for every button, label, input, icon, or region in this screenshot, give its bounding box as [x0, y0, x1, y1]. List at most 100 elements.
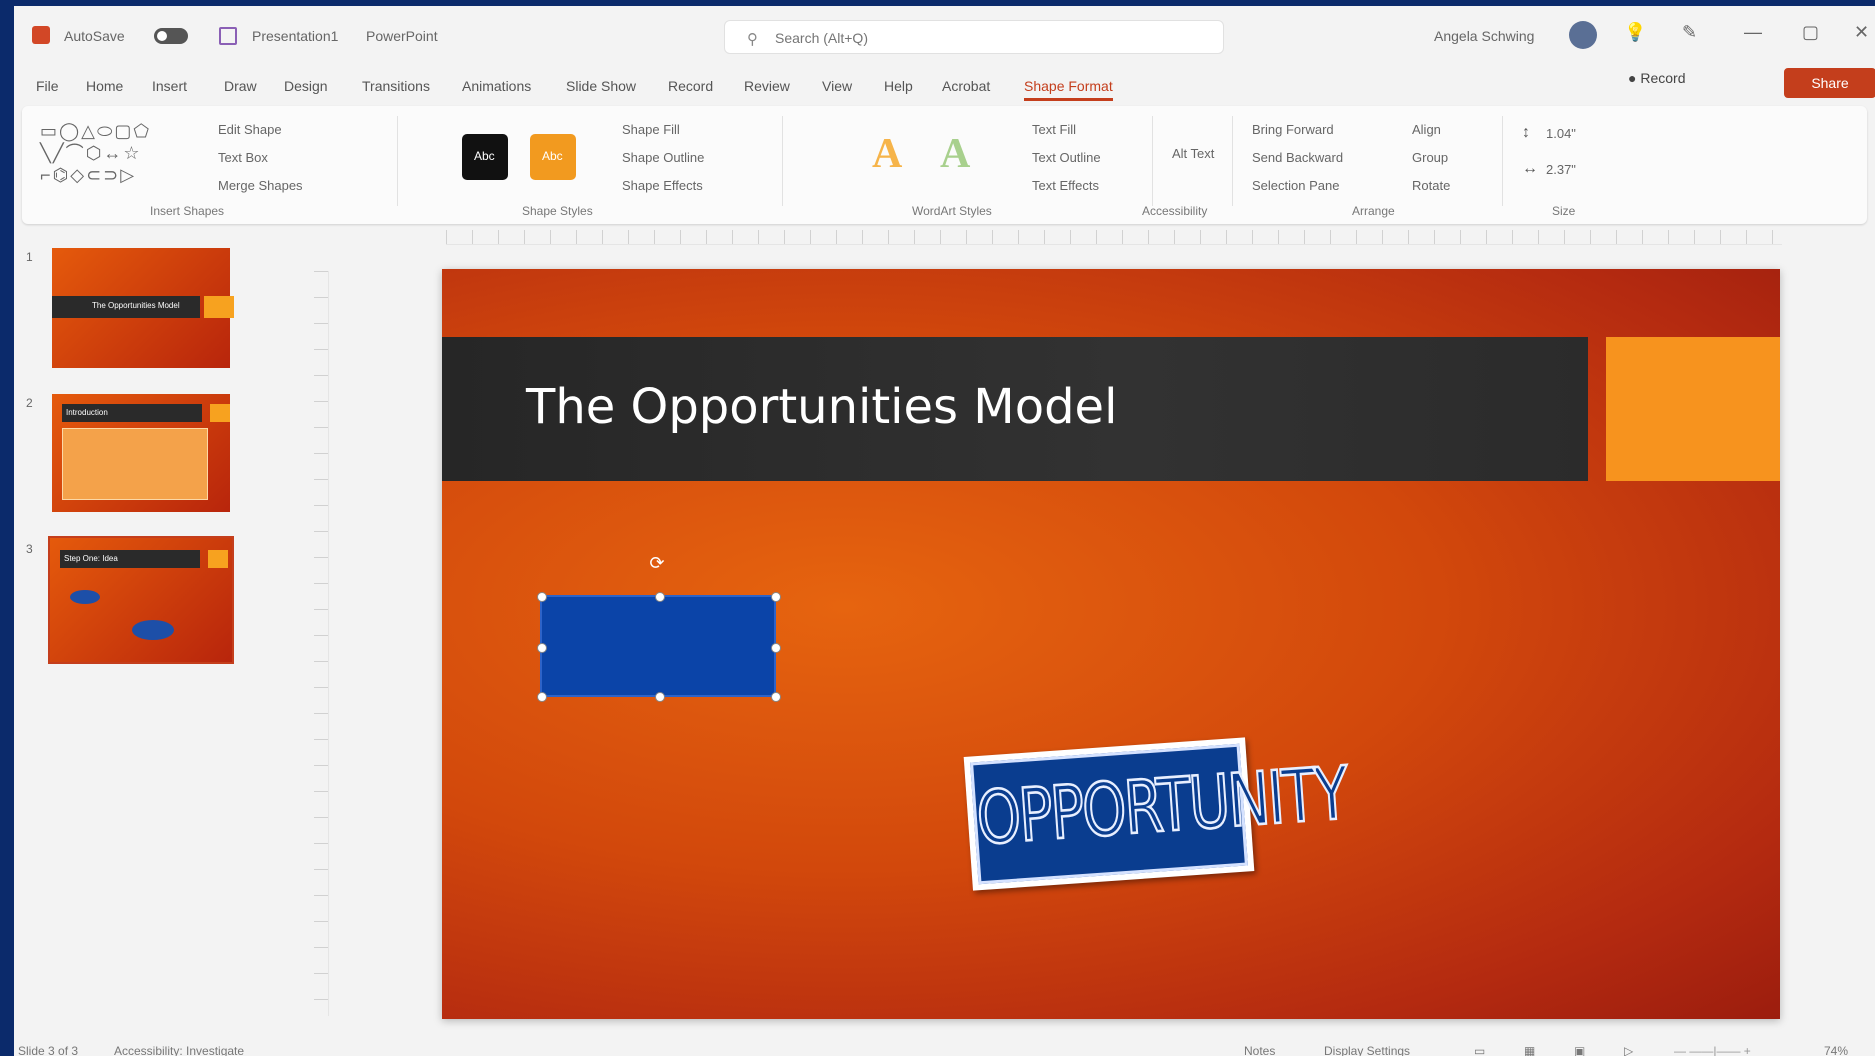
tab-view[interactable]: View — [822, 78, 852, 94]
tab-transitions[interactable]: Transitions — [362, 78, 430, 94]
thumbnail-shape — [70, 590, 100, 604]
selected-rectangle-shape[interactable] — [537, 592, 781, 702]
zoom-level[interactable]: 74% — [1824, 1044, 1848, 1056]
group-label-wordart-styles: WordArt Styles — [912, 204, 992, 218]
document-name[interactable]: Presentation1 — [252, 28, 338, 44]
thumbnail-shape — [132, 620, 174, 640]
display-settings-button[interactable]: Display Settings — [1324, 1044, 1410, 1056]
lightbulb-icon[interactable]: 💡 — [1624, 22, 1646, 43]
group-label-shape-styles: Shape Styles — [522, 204, 593, 218]
resize-handle[interactable] — [655, 592, 665, 602]
record-button[interactable]: ● Record — [1628, 70, 1686, 86]
height-field[interactable]: 1.04" — [1546, 126, 1576, 141]
send-backward-button[interactable]: Send Backward — [1252, 150, 1343, 165]
slide-thumbnail-2[interactable]: Introduction — [50, 392, 232, 514]
slideshow-icon[interactable]: ▷ — [1624, 1044, 1633, 1056]
selection-pane-button[interactable]: Selection Pane — [1252, 178, 1339, 193]
text-fill-button[interactable]: Text Fill — [1032, 122, 1076, 137]
search-box[interactable]: ⚲ — [724, 20, 1224, 54]
user-name[interactable]: Angela Schwing — [1434, 28, 1534, 44]
ribbon-tabs: File Home Insert Draw Design Transitions… — [14, 68, 1875, 104]
opportunity-sign-image[interactable]: OPPORTUNITY — [963, 737, 1351, 891]
bring-forward-button[interactable]: Bring Forward — [1252, 122, 1334, 137]
tab-draw[interactable]: Draw — [224, 78, 257, 94]
slide-title[interactable]: The Opportunities Model — [526, 379, 1117, 435]
slide-sorter-icon[interactable]: ▦ — [1524, 1044, 1535, 1056]
tab-design[interactable]: Design — [284, 78, 328, 94]
notes-button[interactable]: Notes — [1244, 1044, 1275, 1056]
powerpoint-logo-icon — [32, 26, 50, 44]
slide-counter: Slide 3 of 3 — [18, 1044, 79, 1056]
record-button-label: Record — [1640, 70, 1686, 86]
rotate-button[interactable]: Rotate — [1412, 178, 1450, 193]
slide-thumbnail-3[interactable]: Step One: Idea — [48, 536, 234, 664]
tab-acrobat[interactable]: Acrobat — [942, 78, 990, 94]
ribbon-separator — [1502, 116, 1503, 206]
slide-canvas[interactable]: The Opportunities Model ⟳ OPPORTUNITY — [442, 269, 1780, 1019]
thumbnail-title: The Opportunities Model — [92, 301, 180, 310]
resize-handle[interactable] — [537, 692, 547, 702]
restore-icon[interactable]: ▢ — [1802, 22, 1819, 43]
shapes-gallery[interactable]: ▭◯△⬭▢⬠ ╲╱⌒⬡↔☆ ⌐⌬◇⊂⊃▷ — [40, 120, 205, 190]
horizontal-ruler — [446, 230, 1782, 245]
shape-effects-button[interactable]: Shape Effects — [622, 178, 703, 193]
tab-slide-show[interactable]: Slide Show — [566, 78, 636, 94]
ribbon-separator — [397, 116, 398, 206]
share-button[interactable]: Share — [1784, 68, 1875, 98]
pen-icon[interactable]: ✎ — [1682, 22, 1697, 43]
merge-shapes-button[interactable]: Merge Shapes — [218, 178, 303, 193]
alt-text-button[interactable]: Alt Text — [1172, 146, 1214, 161]
text-outline-button[interactable]: Text Outline — [1032, 150, 1101, 165]
thumbnail-number: 3 — [26, 542, 33, 556]
tab-file[interactable]: File — [36, 78, 59, 94]
resize-handle[interactable] — [771, 592, 781, 602]
autosave-label: AutoSave — [64, 28, 125, 44]
slide-thumbnail-1[interactable]: The Opportunities Model — [50, 246, 234, 370]
text-effects-button[interactable]: Text Effects — [1032, 178, 1099, 193]
title-placeholder[interactable]: The Opportunities Model — [442, 337, 1588, 481]
resize-handle[interactable] — [537, 643, 547, 653]
zoom-slider[interactable]: — ——|—— + — [1674, 1044, 1751, 1056]
status-bar: Slide 3 of 3 Accessibility: Investigate … — [14, 1042, 1875, 1056]
opportunity-sign-text: OPPORTUNITY — [973, 751, 1351, 863]
swatch-label: Abc — [542, 149, 563, 163]
opportunity-sign-panel: OPPORTUNITY — [970, 743, 1351, 885]
width-field[interactable]: 2.37" — [1546, 162, 1576, 177]
align-button[interactable]: Align — [1412, 122, 1441, 137]
resize-handle[interactable] — [655, 692, 665, 702]
wordart-style-orange[interactable]: A — [872, 130, 902, 178]
style-swatch-orange[interactable]: Abc — [530, 134, 576, 180]
tab-record[interactable]: Record — [668, 78, 713, 94]
close-icon[interactable]: ✕ — [1854, 22, 1869, 43]
ribbon-separator — [1152, 116, 1153, 206]
avatar[interactable] — [1569, 21, 1597, 49]
group-button[interactable]: Group — [1412, 150, 1448, 165]
resize-handle[interactable] — [771, 643, 781, 653]
tab-home[interactable]: Home — [86, 78, 123, 94]
ribbon: ▭◯△⬭▢⬠ ╲╱⌒⬡↔☆ ⌐⌬◇⊂⊃▷ Edit Shape Text Box M… — [22, 106, 1867, 224]
swatch-label: Abc — [474, 149, 495, 163]
autosave-toggle[interactable] — [154, 28, 188, 44]
tab-shape-format[interactable]: Shape Format — [1024, 78, 1113, 101]
resize-handle[interactable] — [537, 592, 547, 602]
minimize-icon[interactable]: — — [1744, 22, 1762, 43]
edit-shape-button[interactable]: Edit Shape — [218, 122, 282, 137]
search-icon: ⚲ — [747, 31, 758, 48]
tab-review[interactable]: Review — [744, 78, 790, 94]
reading-view-icon[interactable]: ▣ — [1574, 1044, 1585, 1056]
shape-outline-button[interactable]: Shape Outline — [622, 150, 704, 165]
wordart-style-green[interactable]: A — [940, 130, 970, 178]
app-name: PowerPoint — [366, 28, 438, 44]
normal-view-icon[interactable]: ▭ — [1474, 1044, 1485, 1056]
accessibility-status[interactable]: Accessibility: Investigate — [114, 1044, 244, 1056]
text-box-button[interactable]: Text Box — [218, 150, 268, 165]
tab-help[interactable]: Help — [884, 78, 913, 94]
shape-fill-button[interactable]: Shape Fill — [622, 122, 680, 137]
tab-insert[interactable]: Insert — [152, 78, 187, 94]
tab-animations[interactable]: Animations — [462, 78, 531, 94]
resize-handle[interactable] — [771, 692, 781, 702]
style-swatch-dark[interactable]: Abc — [462, 134, 508, 180]
rotate-handle-icon[interactable]: ⟳ — [646, 552, 668, 574]
save-icon[interactable] — [219, 27, 237, 45]
search-input[interactable] — [773, 27, 1197, 49]
